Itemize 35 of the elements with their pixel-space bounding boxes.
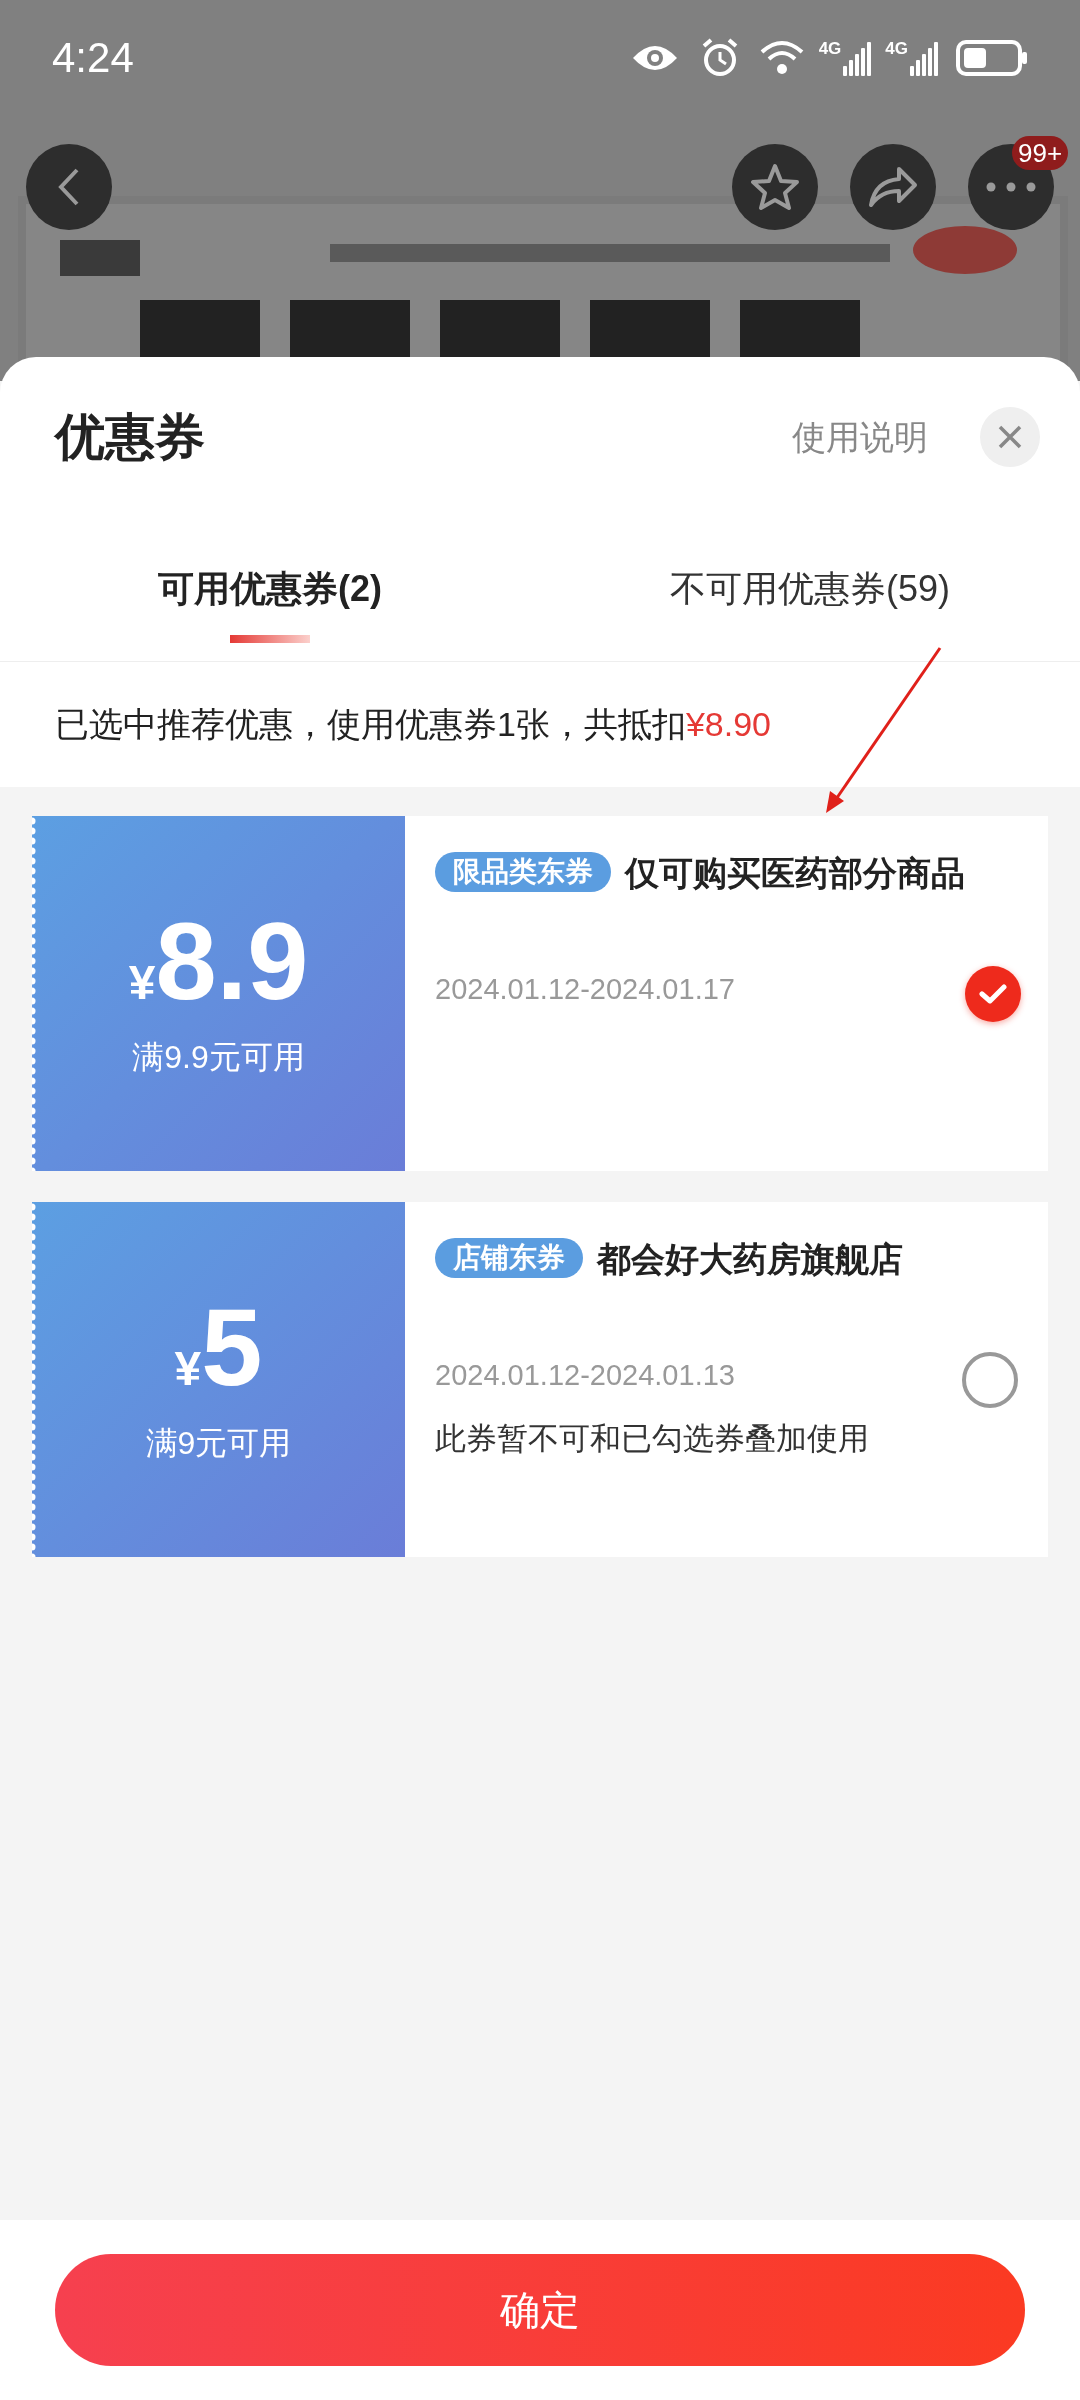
- battery-icon: [956, 39, 1028, 76]
- validity-dates: 2024.01.12-2024.01.13: [435, 1358, 735, 1393]
- tab[interactable]: 不可用优惠券(59): [540, 517, 1080, 661]
- tab[interactable]: 可用优惠券(2): [0, 517, 540, 661]
- coupon-tag: 限品类东券: [435, 852, 611, 892]
- sheet-title: 优惠券: [55, 407, 205, 467]
- radio-button[interactable]: [962, 1351, 1018, 1408]
- coupon-condition: 满9元可用: [145, 1424, 292, 1463]
- validity-dates: 2024.01.12-2024.01.17: [435, 972, 735, 1007]
- currency-symbol: ¥: [128, 956, 156, 1011]
- coupon-amount: 5: [201, 1292, 263, 1402]
- currency-symbol: ¥: [174, 1342, 202, 1397]
- summary-text: 已选中推荐优惠，使用优惠券1张，共抵扣: [55, 704, 686, 745]
- coupon-note: 此券暂不可和已勾选券叠加使用: [435, 1419, 869, 1458]
- help-link[interactable]: 使用说明: [792, 411, 928, 463]
- coupon-title: 都会好大药房旗舰店: [597, 1240, 903, 1278]
- checked-radio[interactable]: [965, 965, 1021, 1022]
- check-icon: [979, 982, 1007, 1005]
- status-time: 4:24: [52, 33, 134, 83]
- coupon-title: 仅可购买医药部分商品: [625, 854, 965, 892]
- wifi-icon: [758, 39, 805, 76]
- coupon-card[interactable]: ¥5 满9元可用 店铺东券 都会好大药房旗舰店 2024.01.12-2024.01.13 此券暂不可和已勾选券叠加使用: [32, 1202, 1048, 1557]
- notification-badge: 99+: [1012, 136, 1069, 170]
- close-icon: [998, 425, 1022, 449]
- more-icon: [986, 182, 1036, 192]
- star-icon: [750, 163, 800, 211]
- coupon-tag: 店铺东券: [435, 1238, 583, 1278]
- confirm-button[interactable]: 确定: [55, 2254, 1025, 2366]
- discount-amount: ¥8.90: [685, 704, 771, 745]
- alarm-icon: [700, 37, 739, 78]
- coupon-amount: 8.9: [155, 906, 309, 1016]
- coupon-card[interactable]: ¥8.9 满9.9元可用 限品类东券 仅可购买医药部分商品 2024.01.12-2024.01.17: [32, 816, 1048, 1171]
- back-icon: [57, 167, 81, 207]
- coupon-condition: 满9.9元可用: [132, 1038, 305, 1077]
- share-icon: [867, 165, 919, 209]
